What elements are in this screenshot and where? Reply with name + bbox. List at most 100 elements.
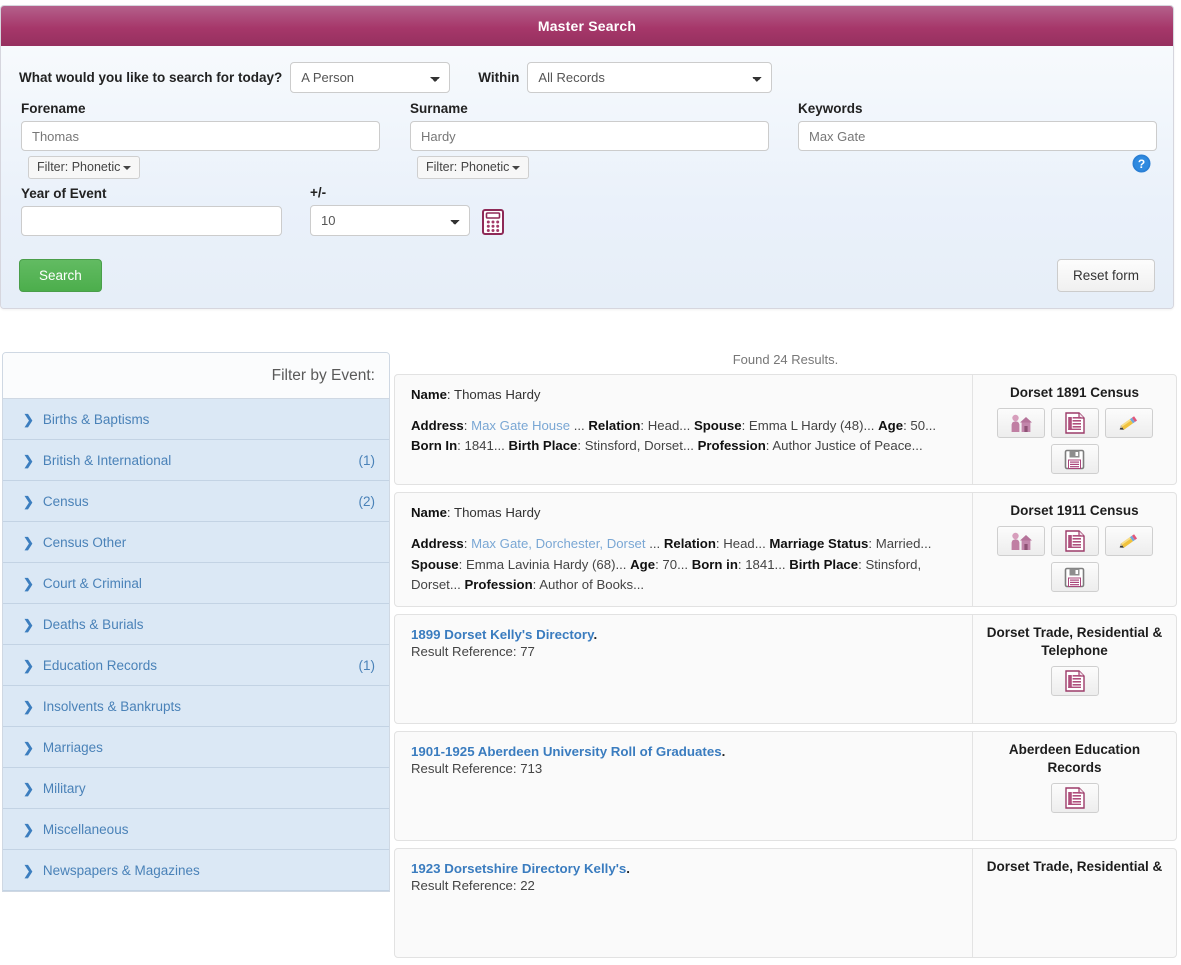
sidebar-item-label: Census bbox=[42, 493, 89, 509]
sidebar-item-label: Insolvents & Bankrupts bbox=[42, 698, 181, 714]
sidebar-item-deaths-burials[interactable]: ❯ Deaths & Burials bbox=[3, 604, 389, 645]
chevron-right-icon: ❯ bbox=[23, 493, 34, 509]
form-actions-row: Search Reset form bbox=[19, 259, 1155, 292]
result-action-icons bbox=[981, 526, 1168, 593]
detail-value: 1841 bbox=[745, 556, 775, 572]
save-button[interactable] bbox=[1050, 562, 1099, 593]
keywords-input[interactable] bbox=[798, 121, 1157, 151]
help-icon: ? bbox=[1132, 154, 1151, 173]
result-directory-title[interactable]: 1923 Dorsetshire Directory Kelly's. bbox=[411, 861, 956, 876]
result-directory-title[interactable]: 1899 Dorset Kelly's Directory. bbox=[411, 627, 956, 642]
detail-label: Birth Place bbox=[789, 556, 859, 572]
search-button[interactable]: Search bbox=[19, 259, 102, 292]
detail-value: 70 bbox=[662, 556, 678, 572]
plusminus-group: +/- 10 bbox=[310, 185, 470, 236]
chevron-right-icon: ❯ bbox=[23, 452, 34, 468]
result-directory-link[interactable]: 1899 Dorset Kelly's Directory bbox=[411, 627, 594, 642]
sidebar-item-label: Newspapers & Magazines bbox=[42, 862, 200, 878]
edit-pencil-button[interactable] bbox=[1104, 526, 1153, 557]
result-reference-label: Result Reference bbox=[411, 760, 513, 776]
result-source-panel: Dorset 1891 Census bbox=[973, 375, 1176, 484]
chevron-right-icon: ❯ bbox=[23, 534, 34, 550]
result-directory-link[interactable]: 1901-1925 Aberdeen University Roll of Gr… bbox=[411, 744, 722, 759]
help-button[interactable]: ? bbox=[1132, 154, 1151, 173]
sidebar-item-education-records[interactable]: ❯ Education Records (1) bbox=[3, 645, 389, 686]
sidebar-item-label: Births & Baptisms bbox=[42, 411, 150, 427]
detail-label: Address bbox=[411, 418, 464, 433]
detail-value: 1841 bbox=[464, 438, 494, 454]
plusminus-select[interactable]: 10 bbox=[310, 205, 470, 236]
result-source-panel: Dorset 1911 Census bbox=[973, 493, 1176, 605]
sidebar-item-military[interactable]: ❯ Military bbox=[3, 768, 389, 809]
detail-label: Birth Place bbox=[508, 438, 578, 454]
detail-label: Relation bbox=[663, 536, 716, 552]
search-question-label: What would you like to search for today? bbox=[19, 69, 283, 85]
result-source-title: Dorset 1891 Census bbox=[1009, 385, 1140, 400]
reset-form-button[interactable]: Reset form bbox=[1056, 259, 1155, 292]
result-main: 1901-1925 Aberdeen University Roll of Gr… bbox=[395, 731, 973, 840]
plusminus-label: +/- bbox=[310, 185, 327, 200]
sidebar-item-newspapers-magazines[interactable]: ❯ Newspapers & Magazines bbox=[3, 850, 389, 891]
filter-by-event-label: Filter by Event: bbox=[271, 366, 375, 384]
detail-label: Age bbox=[878, 418, 904, 433]
sidebar-item-births-baptisms[interactable]: ❯ Births & Baptisms bbox=[3, 399, 389, 440]
sidebar-item-british-international[interactable]: ❯ British & International (1) bbox=[3, 440, 389, 481]
sidebar-item-label: British & International bbox=[42, 452, 172, 468]
household-button[interactable] bbox=[996, 408, 1045, 439]
within-label: Within bbox=[478, 69, 520, 85]
result-action-icons bbox=[981, 783, 1168, 814]
sidebar-item-miscellaneous[interactable]: ❯ Miscellaneous bbox=[3, 809, 389, 850]
sidebar-item-census[interactable]: ❯ Census (2) bbox=[3, 481, 389, 522]
result-reference: Result Reference: 713 bbox=[411, 760, 543, 776]
edit-pencil-button[interactable] bbox=[1104, 408, 1153, 439]
sidebar-item-label: Education Records bbox=[42, 657, 157, 673]
records-button[interactable] bbox=[1050, 783, 1099, 814]
detail-value: Author of Books bbox=[539, 577, 634, 593]
sidebar-item-label: Census Other bbox=[42, 534, 127, 550]
sidebar-item-count: (1) bbox=[358, 657, 376, 673]
sidebar-item-label: Deaths & Burials bbox=[42, 616, 144, 632]
detail-value: Author Justice of Peace bbox=[772, 438, 912, 454]
detail-value[interactable]: Max Gate, Dorchester, Dorset bbox=[471, 536, 645, 551]
calculator-icon bbox=[482, 209, 504, 235]
result-card: 1901-1925 Aberdeen University Roll of Gr… bbox=[394, 730, 1177, 841]
sidebar-item-marriages[interactable]: ❯ Marriages bbox=[3, 727, 389, 768]
surname-filter-button[interactable]: Filter: Phonetic bbox=[417, 156, 530, 179]
year-of-event-label: Year of Event bbox=[21, 186, 107, 201]
chevron-right-icon: ❯ bbox=[23, 739, 34, 755]
forename-input[interactable] bbox=[21, 121, 380, 151]
household-icon bbox=[1011, 533, 1032, 551]
within-select[interactable]: All Records bbox=[527, 61, 773, 93]
result-source-title: Dorset 1911 Census bbox=[1010, 503, 1139, 519]
result-details: Address: Max Gate, Dorchester, Dorset ..… bbox=[411, 536, 932, 593]
year-of-event-input[interactable] bbox=[21, 206, 282, 236]
records-button[interactable] bbox=[1050, 526, 1099, 557]
sidebar-item-census-other[interactable]: ❯ Census Other bbox=[3, 522, 389, 563]
result-name-label: Name bbox=[411, 387, 447, 402]
save-button[interactable] bbox=[1050, 444, 1099, 475]
household-button[interactable] bbox=[996, 526, 1045, 557]
result-reference-value: 22 bbox=[520, 877, 535, 893]
result-source-title: Dorset Trade, Residential & Telephone bbox=[986, 624, 1163, 658]
result-directory-title[interactable]: 1901-1925 Aberdeen University Roll of Gr… bbox=[411, 744, 956, 759]
chevron-right-icon: ❯ bbox=[23, 821, 34, 837]
surname-input[interactable] bbox=[410, 121, 769, 151]
search-type-select[interactable]: A Person bbox=[290, 61, 451, 93]
result-reference-value: 713 bbox=[520, 760, 543, 776]
sidebar-item-label: Court & Criminal bbox=[42, 575, 142, 591]
result-card: 1899 Dorset Kelly's Directory. Result Ref… bbox=[394, 613, 1177, 724]
records-icon bbox=[1064, 670, 1085, 692]
svg-text:?: ? bbox=[1138, 157, 1145, 171]
detail-value[interactable]: Max Gate House bbox=[471, 418, 570, 433]
sidebar-item-court-criminal[interactable]: ❯ Court & Criminal bbox=[3, 563, 389, 604]
records-button[interactable] bbox=[1050, 666, 1099, 697]
calculator-button[interactable] bbox=[482, 209, 504, 235]
result-directory-link[interactable]: 1923 Dorsetshire Directory Kelly's bbox=[411, 861, 626, 876]
forename-filter-button[interactable]: Filter: Phonetic bbox=[28, 156, 141, 179]
result-reference-value: 77 bbox=[520, 643, 535, 659]
panel-title-bar: Master Search bbox=[1, 6, 1173, 46]
sidebar-item-insolvents-bankrupts[interactable]: ❯ Insolvents & Bankrupts bbox=[3, 686, 389, 727]
records-button[interactable] bbox=[1050, 408, 1099, 439]
detail-value: 50 bbox=[910, 418, 926, 433]
forename-label: Forename bbox=[21, 101, 86, 116]
